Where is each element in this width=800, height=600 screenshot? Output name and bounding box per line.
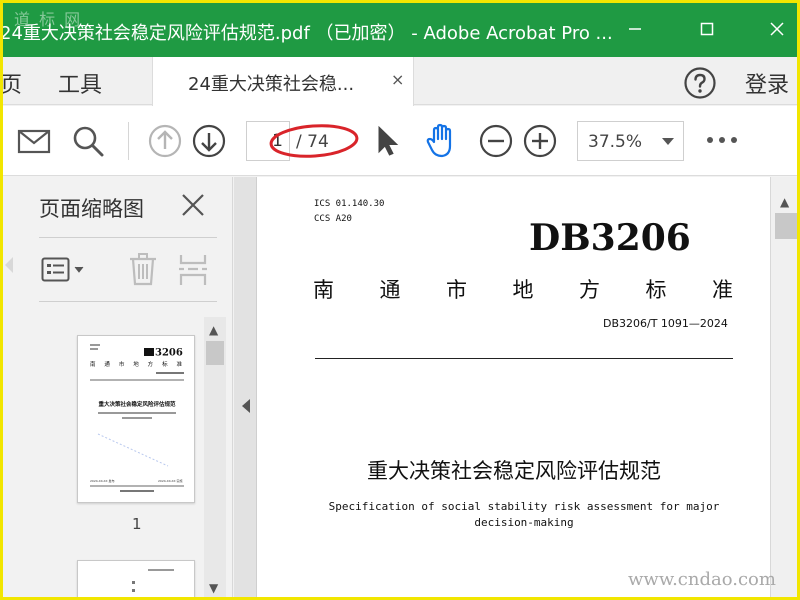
select-cursor-icon[interactable]	[370, 123, 406, 159]
maximize-button[interactable]	[692, 14, 722, 44]
thumbnail-title: 重大决策社会稳定风险评估规范	[98, 400, 176, 408]
zoom-in-icon[interactable]	[522, 123, 558, 159]
scroll-up-icon[interactable]: ▲	[209, 323, 218, 337]
collapse-panel-icon[interactable]	[242, 399, 250, 413]
panel-divider	[39, 301, 217, 302]
extract-pages-icon[interactable]	[177, 251, 209, 287]
scrollbar-thumb[interactable]	[206, 341, 224, 365]
zoom-level-select[interactable]: 37.5%	[577, 121, 684, 161]
trash-icon[interactable]	[127, 251, 159, 287]
search-icon[interactable]	[70, 123, 106, 159]
standard-code: DB3206	[529, 217, 691, 259]
logo-watermark: 道 标 网	[14, 10, 83, 29]
standard-level-char: 南	[313, 278, 334, 302]
standard-level-char: 地	[512, 278, 534, 302]
toolbar-divider	[128, 122, 129, 160]
header-rule	[315, 358, 733, 359]
close-tab-button[interactable]: ×	[391, 70, 404, 89]
zoom-out-icon[interactable]	[478, 123, 514, 159]
scroll-down-icon[interactable]: ▼	[209, 581, 218, 595]
chevron-down-icon	[662, 138, 674, 145]
help-icon[interactable]	[683, 66, 717, 100]
thumbnail-scrollbar[interactable]: ▲ ▼	[204, 317, 226, 600]
standard-level-char: 方	[579, 278, 600, 302]
title-bar: 24重大决策社会稳定风险评估规范.pdf （已加密） - Adobe Acrob…	[0, 0, 800, 57]
thumbnail-implement-date: 2024-XX-XX 实施	[158, 478, 183, 483]
standard-number: DB3206/T 1091—2024	[603, 317, 728, 330]
thumbnail-code: 3206	[155, 348, 183, 359]
standard-level: 南 通 市 地 方 标 准	[313, 274, 733, 304]
document-view: ICS 01.140.30 CCS A20 DB3206 南 通 市 地 方 标…	[234, 177, 800, 600]
toolbar: / 74 37.5%	[0, 106, 800, 176]
document-title-cn: 重大决策社会稳定风险评估规范	[367, 459, 661, 483]
more-options-icon[interactable]	[704, 132, 740, 148]
close-window-button[interactable]	[762, 14, 792, 44]
zoom-level-value: 37.5%	[588, 132, 643, 152]
site-watermark: www.cndao.com	[628, 569, 776, 590]
thumbnail-page-label: 1	[132, 515, 142, 533]
tab-bar: 页 工具 24重大决策社会稳... × 登录	[0, 57, 800, 106]
scroll-up-icon[interactable]: ▲	[780, 195, 789, 209]
maximize-icon	[700, 22, 714, 36]
page-thumbnail-preview: 3206 南 通 市 地 方 标 准 重大决策社会稳定风险评估规范 2024-X…	[90, 344, 184, 492]
window-title: 24重大决策社会稳定风险评估规范.pdf （已加密） - Adobe Acrob…	[0, 23, 613, 44]
ics-code: ICS 01.140.30	[314, 199, 385, 209]
annotation-ellipse	[269, 124, 359, 158]
thumbnail-options-icon[interactable]	[41, 255, 87, 285]
page-thumbnail-preview	[132, 569, 174, 592]
document-tab-label: 24重大决策社会稳...	[188, 74, 355, 95]
panel-title: 页面缩略图	[39, 197, 144, 221]
close-panel-icon[interactable]	[179, 191, 207, 219]
tab-home[interactable]: 页	[0, 67, 22, 99]
ccs-code: CCS A20	[314, 214, 352, 224]
next-page-icon[interactable]	[191, 123, 227, 159]
document-title-en: Specification of social stability risk a…	[328, 500, 720, 529]
tab-tools[interactable]: 工具	[58, 67, 102, 99]
minimize-button[interactable]	[620, 14, 650, 44]
panel-divider	[39, 237, 217, 238]
panel-pointer	[5, 257, 13, 273]
thumbnail-publish-date: 2024-XX-XX 发布	[90, 478, 115, 483]
previous-page-icon[interactable]	[147, 123, 183, 159]
scrollbar-thumb[interactable]	[775, 213, 797, 239]
hand-tool-icon[interactable]	[422, 121, 462, 161]
pdf-page[interactable]: ICS 01.140.30 CCS A20 DB3206 南 通 市 地 方 标…	[256, 177, 770, 600]
standard-level-char: 市	[446, 278, 467, 302]
login-button[interactable]: 登录	[745, 67, 789, 99]
document-scrollbar[interactable]: ▲	[770, 177, 800, 600]
page-thumbnails-panel: 页面缩略图 3206 南 通 市 地 方 标 准 重大决策社会稳定风险评估规范 …	[5, 177, 233, 600]
standard-level-char: 标	[645, 278, 667, 302]
standard-level-char: 准	[712, 278, 733, 302]
mail-icon[interactable]	[16, 123, 52, 159]
tab-document[interactable]: 24重大决策社会稳... ×	[152, 57, 414, 106]
standard-level-char: 通	[379, 278, 401, 302]
page-thumbnail-2[interactable]	[77, 560, 195, 600]
close-icon	[770, 22, 784, 36]
minimize-icon	[629, 28, 641, 30]
thumbnail-level: 南 通 市 地 方 标 准	[90, 360, 182, 368]
page-thumbnail-1[interactable]: 3206 南 通 市 地 方 标 准 重大决策社会稳定风险评估规范 2024-X…	[77, 335, 195, 503]
